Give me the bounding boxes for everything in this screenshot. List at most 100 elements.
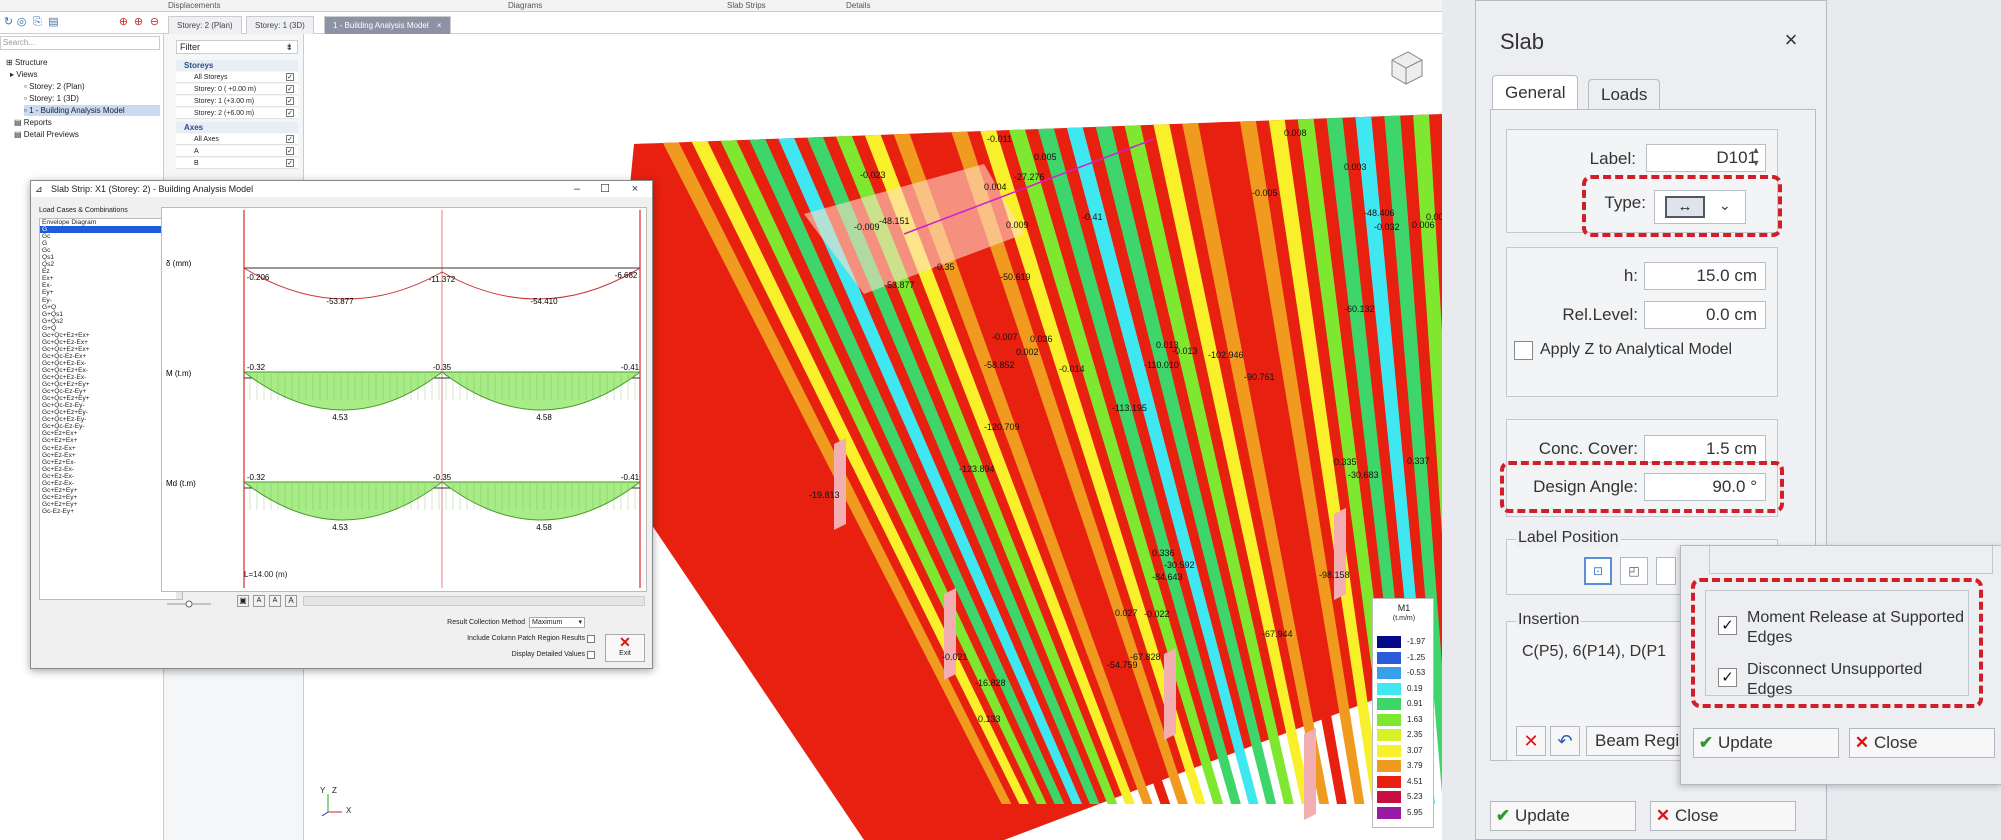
globe-icon[interactable]: ◎	[15, 16, 28, 29]
cover-input[interactable]: 1.5 cm	[1644, 435, 1766, 463]
moment-release-checkbox[interactable]: ✓	[1718, 616, 1737, 635]
legend-value: 0.19	[1407, 683, 1423, 693]
disconnect-unsupported-checkbox[interactable]: ✓	[1718, 668, 1737, 687]
delete-icon[interactable]: ✕	[1516, 726, 1546, 756]
minimize-icon[interactable]: –	[563, 181, 591, 197]
font-large-button[interactable]: A	[285, 595, 297, 607]
legend-row: 5.95	[1377, 806, 1433, 820]
contour-value-label: -0.021	[942, 652, 968, 662]
window-title: Slab Strip: X1 (Storey: 2) - Building An…	[51, 184, 254, 194]
apply-z-checkbox[interactable]	[1514, 341, 1533, 360]
window-title-bar[interactable]: ⊿ Slab Strip: X1 (Storey: 2) - Building …	[31, 181, 652, 197]
search-input[interactable]: Search...	[0, 36, 160, 50]
zoom-out-icon[interactable]: ⊖	[148, 16, 161, 29]
legend-row: 0.91	[1377, 697, 1433, 711]
pin-icon[interactable]: ⇟	[285, 41, 297, 54]
filter-row[interactable]: Storey: 1 (+3.00 m) ✓	[176, 96, 298, 107]
menu-item-displacements[interactable]: Displacements	[168, 1, 220, 10]
type-select[interactable]: ↔ ⌄	[1654, 190, 1746, 224]
contour-value-label: 0.036	[1030, 334, 1053, 344]
type-label: Type:	[1604, 193, 1646, 212]
filter-row[interactable]: All Storeys ✓	[176, 72, 298, 83]
label-position-corner-button[interactable]: ◰	[1620, 557, 1648, 585]
tab-storey-1-3d[interactable]: Storey: 1 (3D)	[246, 16, 314, 34]
h-input[interactable]: 15.0 cm	[1644, 262, 1766, 290]
rel-level-label: Rel.Level:	[1562, 305, 1638, 324]
font-small-button[interactable]: A	[253, 595, 265, 607]
tree-item-storey-2-plan[interactable]: ▫ Storey: 2 (Plan)	[24, 81, 85, 92]
checkbox[interactable]: ✓	[286, 97, 294, 105]
zoom-fit-icon[interactable]: ⊕	[117, 16, 130, 29]
print-icon[interactable]: ▤	[47, 16, 60, 29]
filter-row[interactable]: A ✓	[176, 146, 298, 157]
column	[834, 438, 846, 530]
moment-fill	[440, 481, 642, 521]
legend-title: M1	[1397, 603, 1411, 613]
menu-item-diagrams[interactable]: Diagrams	[508, 1, 542, 10]
popup-update-button[interactable]: ✔ Update	[1693, 728, 1839, 758]
legend-swatch	[1377, 667, 1401, 679]
undo-icon[interactable]: ↶	[1550, 726, 1580, 756]
fit-icon[interactable]: ▣	[237, 595, 249, 607]
tab-building-analysis-model[interactable]: 1 - Building Analysis Model ×	[324, 16, 451, 34]
zoom-in-icon[interactable]: ⊕	[132, 16, 145, 29]
storeys-header[interactable]: Storeys	[176, 60, 298, 71]
exit-button[interactable]: ✕ Exit	[605, 634, 645, 662]
tree-item-building-analysis-model[interactable]: ▫ 1 - Building Analysis Model	[24, 105, 160, 116]
menu-item-slab-strips[interactable]: Slab Strips	[727, 1, 766, 10]
link-icon[interactable]: ⎘	[31, 16, 44, 29]
tab-general[interactable]: General	[1492, 75, 1579, 109]
filter-header[interactable]: Filter ⇟	[176, 40, 298, 54]
update-button[interactable]: ✔ Update	[1490, 801, 1636, 831]
horizontal-scrollbar[interactable]	[303, 596, 645, 606]
include-patch-checkbox[interactable]	[587, 635, 595, 643]
menu-item-details[interactable]: Details	[846, 1, 870, 10]
tab-close-icon[interactable]: ×	[437, 21, 442, 30]
apply-z-label: Apply Z to Analytical Model	[1540, 341, 1733, 358]
label-position-center-button[interactable]: ⊡	[1584, 557, 1612, 585]
result-method-select[interactable]: Maximum ▾	[529, 617, 585, 628]
checkbox[interactable]: ✓	[286, 109, 294, 117]
moment-release-label: Moment Release at Supported Edges	[1747, 609, 1965, 646]
close-icon[interactable]: ×	[1776, 27, 1806, 53]
tree-item-views[interactable]: ▸ Views	[10, 69, 37, 80]
maximize-icon[interactable]: ☐	[591, 181, 619, 197]
contour-value-label: -0.011	[987, 134, 1012, 144]
legend-row: -1.25	[1377, 651, 1433, 665]
filter-row[interactable]: B ✓	[176, 158, 298, 169]
checkbox[interactable]: ✓	[286, 147, 294, 155]
label-position-side-button[interactable]	[1656, 557, 1676, 585]
close-button[interactable]: ✕ Close	[1650, 801, 1796, 831]
close-icon[interactable]: ×	[621, 181, 649, 197]
rel-level-input[interactable]: 0.0 cm	[1644, 301, 1766, 329]
checkbox[interactable]: ✓	[286, 135, 294, 143]
tree-item-detail-previews[interactable]: ▤ Detail Previews	[14, 129, 79, 140]
popup-close-button[interactable]: ✕ Close	[1849, 728, 1995, 758]
font-medium-button[interactable]: A	[269, 595, 281, 607]
filter-row[interactable]: All Axes ✓	[176, 134, 298, 145]
contour-value-label: -90.761	[1244, 372, 1275, 382]
checkbox[interactable]: ✓	[286, 85, 294, 93]
display-detailed-checkbox[interactable]	[587, 651, 595, 659]
filter-row[interactable]: Storey: 0 ( +0.00 m) ✓	[176, 84, 298, 95]
filter-row[interactable]: Storey: 2 (+6.00 m) ✓	[176, 108, 298, 119]
checkbox[interactable]: ✓	[286, 159, 294, 167]
tree-item-structure[interactable]: ⊞ Structure	[6, 57, 47, 68]
zoom-slider[interactable]	[163, 597, 215, 609]
axes-header[interactable]: Axes	[176, 122, 298, 133]
design-angle-input[interactable]: 90.0 °	[1644, 473, 1766, 501]
label-spinner[interactable]: ▲ ▼	[1748, 144, 1764, 172]
tree-item-storey-1-3d[interactable]: ▫ Storey: 1 (3D)	[24, 93, 79, 104]
tree-item-reports[interactable]: ▤ Reports	[14, 117, 52, 128]
slab-strip-window: ⊿ Slab Strip: X1 (Storey: 2) - Building …	[30, 180, 653, 669]
axis-label: Y	[320, 786, 326, 795]
tab-loads[interactable]: Loads	[1588, 79, 1661, 109]
checkbox[interactable]: ✓	[286, 73, 294, 81]
refresh-icon[interactable]: ↻	[2, 16, 15, 29]
view-cube-icon[interactable]	[1382, 44, 1426, 88]
tab-storey-2-plan[interactable]: Storey: 2 (Plan)	[168, 16, 242, 34]
legend-row: 3.07	[1377, 744, 1433, 758]
contour-value-label: -113.195	[1112, 403, 1147, 413]
legend-swatch	[1377, 806, 1401, 819]
contour-value-label: -27.276	[1014, 172, 1045, 182]
